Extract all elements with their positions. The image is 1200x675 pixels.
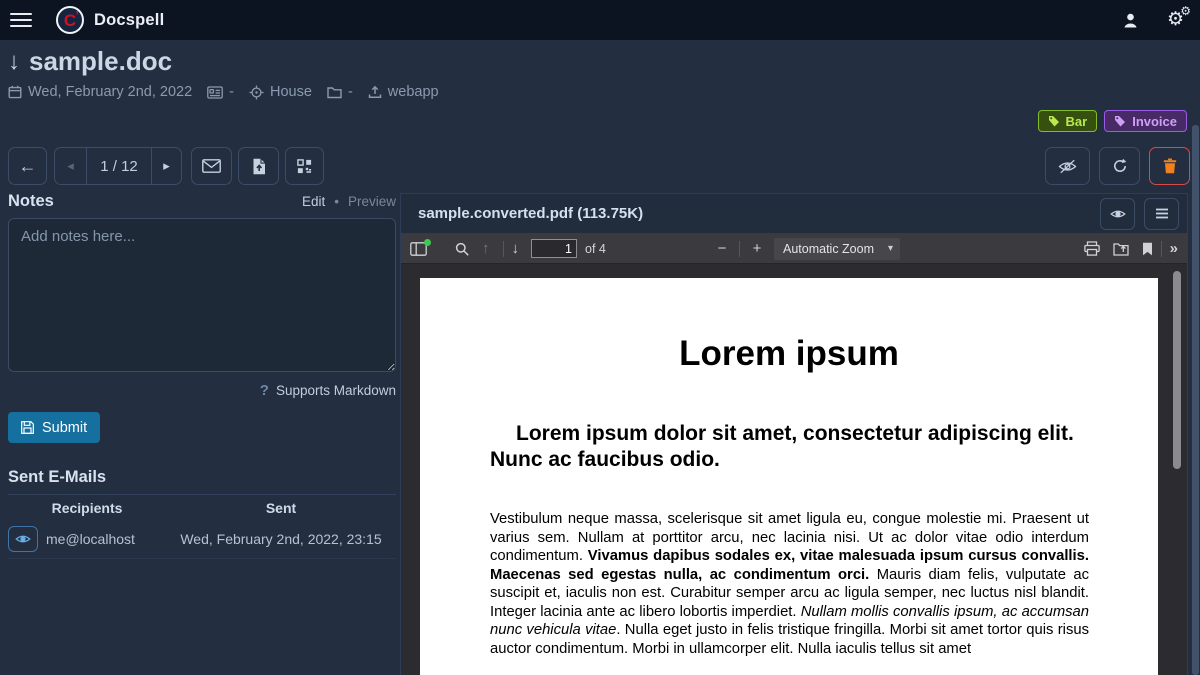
pdf-page: Lorem ipsum Lorem ipsum dolor sit amet, … bbox=[420, 278, 1158, 675]
document-header: ↓ sample.doc Wed, February 2nd, 2022 - H… bbox=[8, 46, 454, 100]
more-tools-button[interactable]: » bbox=[1170, 240, 1178, 257]
brand[interactable]: C’ Docspell bbox=[56, 6, 164, 34]
pdf-viewer-toolbar: ↑ ↓ of 4 − + Automatic Zoom ▾ bbox=[401, 233, 1187, 264]
download-arrow-icon: ↓ bbox=[8, 48, 20, 76]
attachment-panel: sample.converted.pdf (113.75K) ↑ ↓ of 4 bbox=[400, 193, 1188, 675]
file-upload-icon bbox=[252, 158, 266, 175]
zoom-level-value: Automatic Zoom bbox=[783, 242, 874, 256]
sidebar-notification-dot bbox=[424, 239, 431, 246]
pdf-page-subheading: Lorem ipsum dolor sit amet, consectetur … bbox=[490, 421, 1090, 473]
attachment-filename: sample.converted.pdf (113.75K) bbox=[418, 205, 643, 222]
eye-icon bbox=[15, 533, 31, 545]
notes-input[interactable] bbox=[8, 218, 396, 372]
item-source-label: webapp bbox=[388, 84, 439, 100]
item-toolbar: ← ◂ 1 / 12 ▸ bbox=[8, 147, 1190, 185]
sent-emails-heading: Sent E-Mails bbox=[8, 468, 396, 495]
previous-page-button[interactable]: ↑ bbox=[482, 241, 490, 256]
submit-notes-button[interactable]: Submit bbox=[8, 412, 100, 443]
next-page-button[interactable]: ↓ bbox=[512, 241, 520, 256]
qr-code-icon bbox=[297, 159, 312, 174]
pagination-group: ◂ 1 / 12 ▸ bbox=[54, 147, 182, 185]
main-scrollbar-thumb[interactable] bbox=[1192, 125, 1199, 675]
notes-edit-link[interactable]: Edit bbox=[302, 194, 325, 209]
delete-button[interactable] bbox=[1149, 147, 1190, 185]
attachment-menu-button[interactable] bbox=[1144, 198, 1179, 230]
print-button[interactable] bbox=[1084, 241, 1100, 256]
reload-button[interactable] bbox=[1099, 147, 1140, 185]
tag-icon bbox=[1114, 115, 1126, 127]
sent-emails-table: Recipients Sent me@localhost Wed, Februa… bbox=[8, 495, 396, 559]
tag-label: Bar bbox=[1066, 114, 1088, 129]
tag-label: Invoice bbox=[1132, 114, 1177, 129]
pdf-viewport[interactable]: Lorem ipsum Lorem ipsum dolor sit amet, … bbox=[401, 264, 1187, 675]
notes-preview-link[interactable]: Preview bbox=[348, 194, 396, 209]
notes-link-separator: • bbox=[334, 194, 339, 209]
item-concerning-label: House bbox=[270, 84, 312, 100]
brand-name: Docspell bbox=[94, 11, 164, 30]
item-position-indicator: 1 / 12 bbox=[87, 147, 151, 185]
send-mail-button[interactable] bbox=[191, 147, 232, 185]
pdf-scrollbar-thumb[interactable] bbox=[1173, 271, 1181, 469]
item-source[interactable]: webapp bbox=[368, 84, 439, 100]
unconfirm-button[interactable] bbox=[1045, 147, 1090, 185]
zoom-level-select[interactable]: Automatic Zoom ▾ bbox=[774, 238, 900, 260]
item-correspondent-label: - bbox=[229, 84, 234, 100]
pdf-page-title: Lorem ipsum bbox=[420, 334, 1158, 374]
recipient-value: me@localhost bbox=[46, 531, 135, 547]
submit-label: Submit bbox=[42, 420, 87, 436]
item-folder-label: - bbox=[348, 84, 353, 100]
add-files-button[interactable] bbox=[238, 147, 279, 185]
back-button[interactable]: ← bbox=[8, 147, 47, 185]
sent-email-row: me@localhost Wed, February 2nd, 2022, 23… bbox=[8, 522, 396, 559]
page-count-label: of 4 bbox=[585, 242, 606, 256]
attachment-preview-button[interactable] bbox=[1100, 198, 1135, 230]
trash-icon bbox=[1163, 158, 1177, 174]
menu-bars-icon bbox=[1155, 208, 1169, 219]
user-icon[interactable] bbox=[1122, 12, 1139, 29]
caret-down-icon: ▾ bbox=[888, 243, 893, 254]
top-navbar: C’ Docspell ⚙ ⚙ bbox=[0, 0, 1200, 40]
envelope-icon bbox=[202, 159, 221, 173]
eye-icon bbox=[1110, 208, 1126, 220]
tag-invoice[interactable]: Invoice bbox=[1104, 110, 1187, 132]
item-folder[interactable]: - bbox=[327, 84, 353, 100]
left-column: Notes Edit • Preview ? Supports Markdown… bbox=[8, 192, 396, 559]
settings-gears-icon[interactable]: ⚙ ⚙ bbox=[1167, 10, 1184, 30]
refresh-icon bbox=[1112, 158, 1128, 174]
open-file-button[interactable] bbox=[1113, 242, 1129, 256]
next-item-button[interactable]: ▸ bbox=[151, 147, 182, 185]
item-date[interactable]: Wed, February 2nd, 2022 bbox=[8, 84, 192, 100]
prev-item-button[interactable]: ◂ bbox=[54, 147, 87, 185]
navbar-right: ⚙ ⚙ bbox=[1122, 10, 1200, 30]
column-header-recipients: Recipients bbox=[8, 495, 166, 522]
item-correspondent[interactable]: - bbox=[207, 84, 234, 100]
page-number-input[interactable] bbox=[531, 239, 577, 258]
tag-icon bbox=[1048, 115, 1060, 127]
item-date-label: Wed, February 2nd, 2022 bbox=[28, 84, 192, 100]
sent-date-value: Wed, February 2nd, 2022, 23:15 bbox=[166, 522, 396, 559]
zoom-in-button[interactable]: + bbox=[748, 240, 766, 257]
notes-heading: Notes bbox=[8, 192, 54, 211]
find-button[interactable] bbox=[455, 242, 469, 256]
sidebar-toggle-button[interactable] bbox=[410, 242, 427, 256]
view-mail-button[interactable] bbox=[8, 526, 38, 552]
tag-bar[interactable]: Bar bbox=[1038, 110, 1098, 132]
qr-code-button[interactable] bbox=[285, 147, 324, 185]
markdown-help-icon: ? bbox=[260, 382, 269, 399]
eye-slash-icon bbox=[1058, 159, 1077, 174]
bookmark-button[interactable] bbox=[1142, 242, 1153, 256]
column-header-sent: Sent bbox=[166, 495, 396, 522]
zoom-out-button[interactable]: − bbox=[713, 240, 731, 257]
pdf-paragraph: Vestibulum neque massa, scelerisque sit … bbox=[490, 510, 1089, 658]
item-concerning[interactable]: House bbox=[249, 84, 312, 100]
document-title: sample.doc bbox=[29, 46, 172, 77]
markdown-hint-label: Supports Markdown bbox=[276, 383, 396, 398]
save-icon bbox=[21, 421, 34, 434]
docspell-logo-icon: C’ bbox=[56, 6, 84, 34]
tags-row: Bar Invoice bbox=[1038, 110, 1187, 132]
menu-hamburger-icon[interactable] bbox=[10, 9, 32, 31]
